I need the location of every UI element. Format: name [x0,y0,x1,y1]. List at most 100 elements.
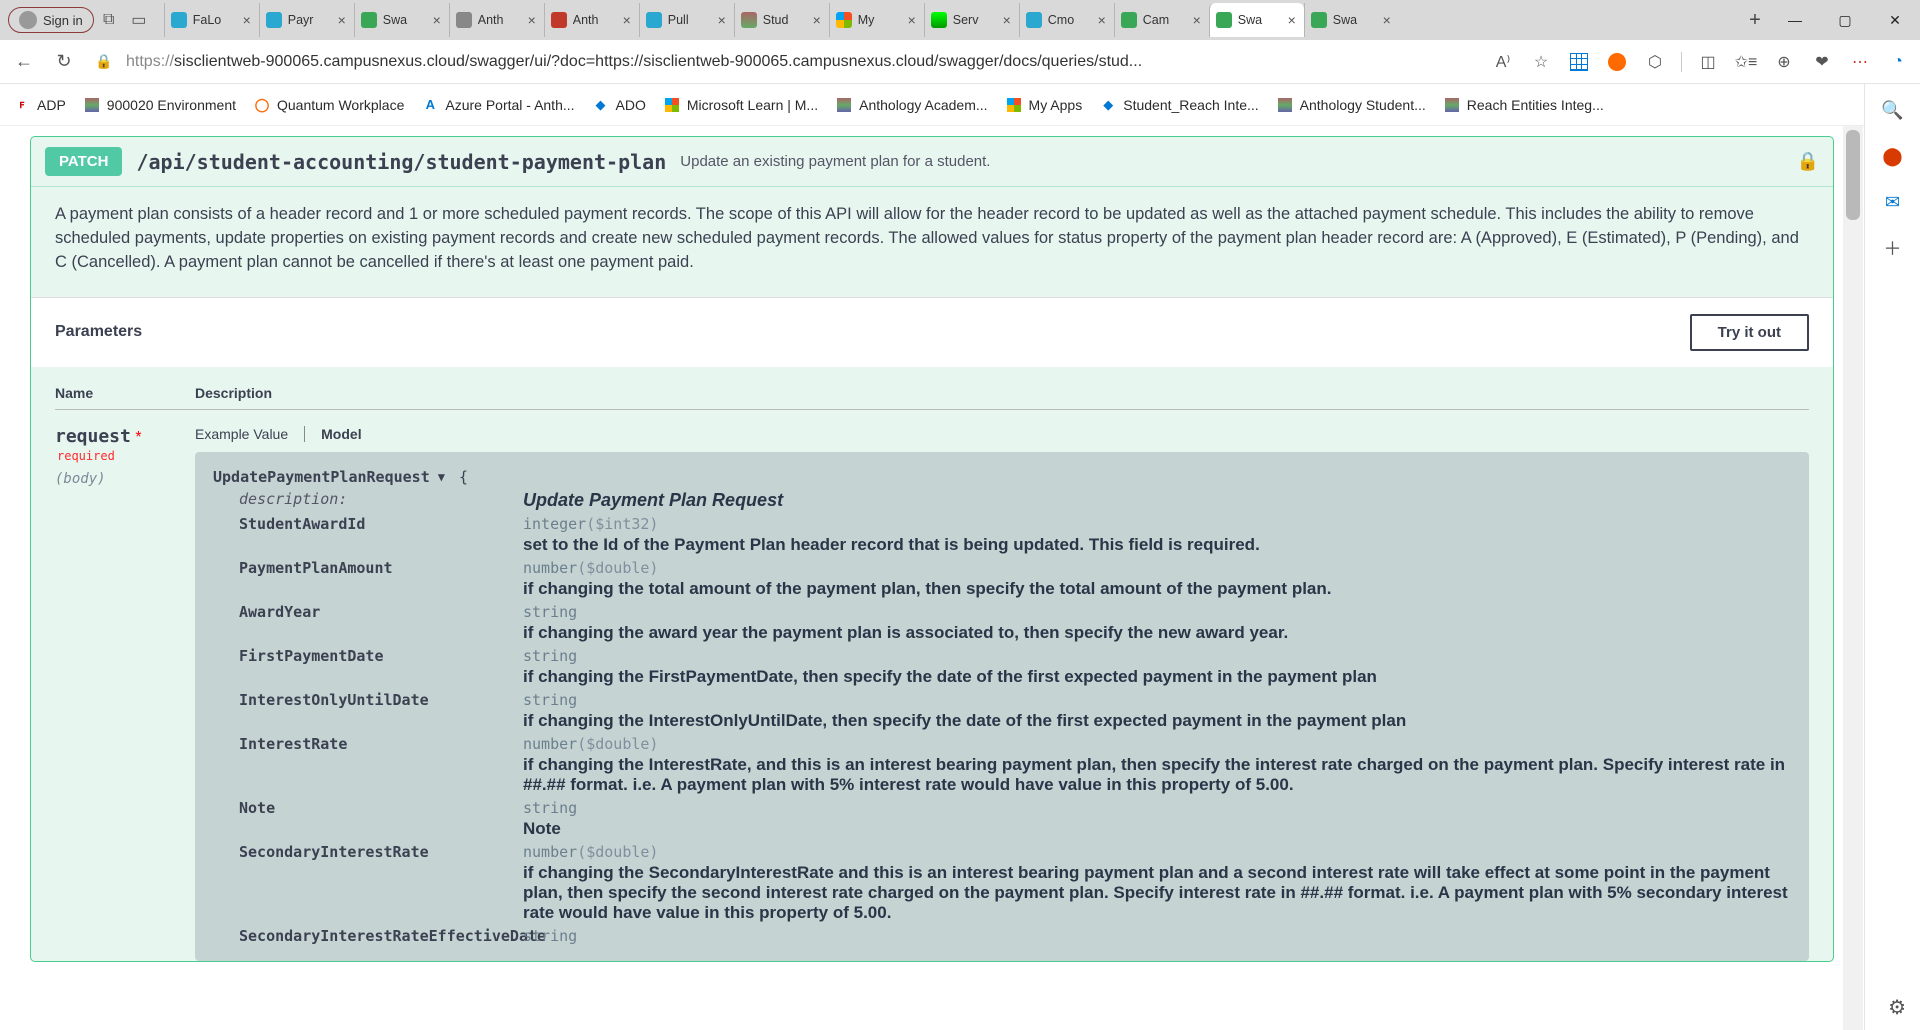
tab-favicon [266,12,282,28]
tab-close-icon[interactable]: × [431,12,443,28]
bookmark-favicon [664,97,680,113]
split-screen-icon[interactable]: ◫ [1696,50,1720,74]
tab-close-icon[interactable]: × [716,12,728,28]
field-description: if changing the InterestRate, and this i… [523,755,1791,795]
more-menu-icon[interactable]: ⋯ [1848,50,1872,74]
browser-tab[interactable]: Cmo× [1019,3,1114,37]
favorite-icon[interactable]: ☆ [1529,50,1553,74]
browser-tab[interactable]: Swa× [1209,3,1304,37]
tab-label: Swa [1238,13,1286,27]
site-info-button[interactable]: 🔒 [90,48,118,76]
model-title-row[interactable]: UpdatePaymentPlanRequest ▼ { [213,468,1791,486]
http-method-badge: PATCH [45,147,122,176]
settings-gear-icon[interactable]: ⚙ [1888,995,1906,1020]
bookmark-label: Reach Entities Integ... [1467,97,1604,113]
copilot-icon[interactable]: ◔ [1886,50,1910,74]
bookmark-item[interactable]: Microsoft Learn | M... [664,97,818,113]
bookmark-item[interactable]: My Apps [1006,97,1083,113]
minimize-button[interactable]: — [1770,12,1820,29]
model-field-row: NotestringNote [213,799,1791,839]
outlook-icon[interactable]: ✉ [1881,190,1905,214]
endpoint-summary: Update an existing payment plan for a st… [680,153,990,170]
browser-title-bar: Sign in ⧉ ▭ FaLo×Payr×Swa×Anth×Anth×Pull… [0,0,1920,40]
back-button[interactable]: ← [10,48,38,76]
close-window-button[interactable]: ✕ [1870,12,1920,29]
bookmark-item[interactable]: Anthology Academ... [836,97,987,113]
window-controls: — ▢ ✕ [1770,12,1920,29]
maximize-button[interactable]: ▢ [1820,12,1870,29]
add-rail-icon[interactable]: ＋ [1881,236,1905,260]
browser-tab[interactable]: Stud× [734,3,829,37]
bookmark-item[interactable]: 900020 Environment [84,97,236,113]
tab-close-icon[interactable]: × [1001,12,1013,28]
bookmark-favicon [1444,97,1460,113]
browser-tab[interactable]: Anth× [449,3,544,37]
tab-close-icon[interactable]: × [906,12,918,28]
field-type: number [523,735,577,753]
browser-tab[interactable]: Swa× [354,3,449,37]
try-it-out-button[interactable]: Try it out [1690,314,1809,351]
sign-in-label: Sign in [43,13,83,28]
browser-tab[interactable]: Serv× [924,3,1019,37]
apps-grid-icon[interactable] [1567,50,1591,74]
collections-icon[interactable]: ⊕ [1772,50,1796,74]
new-tab-button[interactable]: + [1740,9,1770,32]
bookmark-label: Student_Reach Inte... [1123,97,1258,113]
tab-close-icon[interactable]: × [526,12,538,28]
param-in: (body) [55,471,195,487]
model-description-value: Update Payment Plan Request [523,490,1791,511]
tab-close-icon[interactable]: × [1381,12,1393,28]
field-name: InterestOnlyUntilDate [213,691,523,731]
tab-example-value[interactable]: Example Value [195,426,288,442]
workspaces-icon[interactable]: ⧉ [94,11,124,29]
tab-favicon [741,12,757,28]
browser-tab[interactable]: Cam× [1114,3,1209,37]
bookmark-item[interactable]: ◯Quantum Workplace [254,97,404,113]
auth-lock-icon[interactable]: 🔒 [1797,151,1819,172]
tab-close-icon[interactable]: × [336,12,348,28]
browser-tab[interactable]: Anth× [544,3,639,37]
bookmark-item[interactable]: ꜰADP [14,97,66,113]
avatar-icon [19,11,37,29]
browser-tab[interactable]: My× [829,3,924,37]
office-icon[interactable]: ⬤ [1881,144,1905,168]
extensions-icon[interactable]: ⬡ [1643,50,1667,74]
parameters-bar: Parameters Try it out [31,297,1833,367]
bookmark-item[interactable]: AAzure Portal - Anth... [422,97,574,113]
bookmark-favicon [84,97,100,113]
tab-model[interactable]: Model [321,426,361,442]
search-icon[interactable]: 🔍 [1881,98,1905,122]
tab-close-icon[interactable]: × [811,12,823,28]
browser-tab[interactable]: Pull× [639,3,734,37]
bookmark-label: Anthology Academ... [859,97,987,113]
endpoint-description: A payment plan consists of a header reco… [31,187,1833,297]
bookmark-item[interactable]: ◆ Student_Reach Inte... [1100,97,1258,113]
tab-favicon [1121,12,1137,28]
model-title: UpdatePaymentPlanRequest [213,468,430,486]
url-field[interactable]: https://sisclientweb-900065.campusnexus.… [126,53,1256,71]
tab-close-icon[interactable]: × [1286,12,1298,28]
field-type: string [523,691,577,709]
browser-tab[interactable]: Payr× [259,3,354,37]
extension-orange-icon[interactable] [1605,50,1629,74]
bookmark-item[interactable]: ◆ADO [593,97,646,113]
tab-close-icon[interactable]: × [241,12,253,28]
opblock-header[interactable]: PATCH /api/student-accounting/student-pa… [31,137,1833,187]
tab-close-icon[interactable]: × [621,12,633,28]
browser-tab[interactable]: Swa× [1304,3,1399,37]
sign-in-button[interactable]: Sign in [8,7,94,33]
browser-tab[interactable]: FaLo× [164,3,259,37]
bookmark-favicon: ◆ [1100,97,1116,113]
swagger-opblock: PATCH /api/student-accounting/student-pa… [30,136,1834,962]
tab-actions-icon[interactable]: ▭ [124,10,154,30]
field-type: string [523,799,577,817]
bookmark-item[interactable]: Anthology Student... [1277,97,1426,113]
tab-close-icon[interactable]: × [1191,12,1203,28]
read-aloud-icon[interactable]: A⁾ [1491,50,1515,74]
favorites-menu-icon[interactable]: ✩≡ [1734,50,1758,74]
bookmark-item[interactable]: Reach Entities Integ... [1444,97,1604,113]
tab-close-icon[interactable]: × [1096,12,1108,28]
performance-icon[interactable]: ❤ [1810,50,1834,74]
field-name: Note [213,799,523,839]
refresh-button[interactable]: ↻ [50,48,78,76]
